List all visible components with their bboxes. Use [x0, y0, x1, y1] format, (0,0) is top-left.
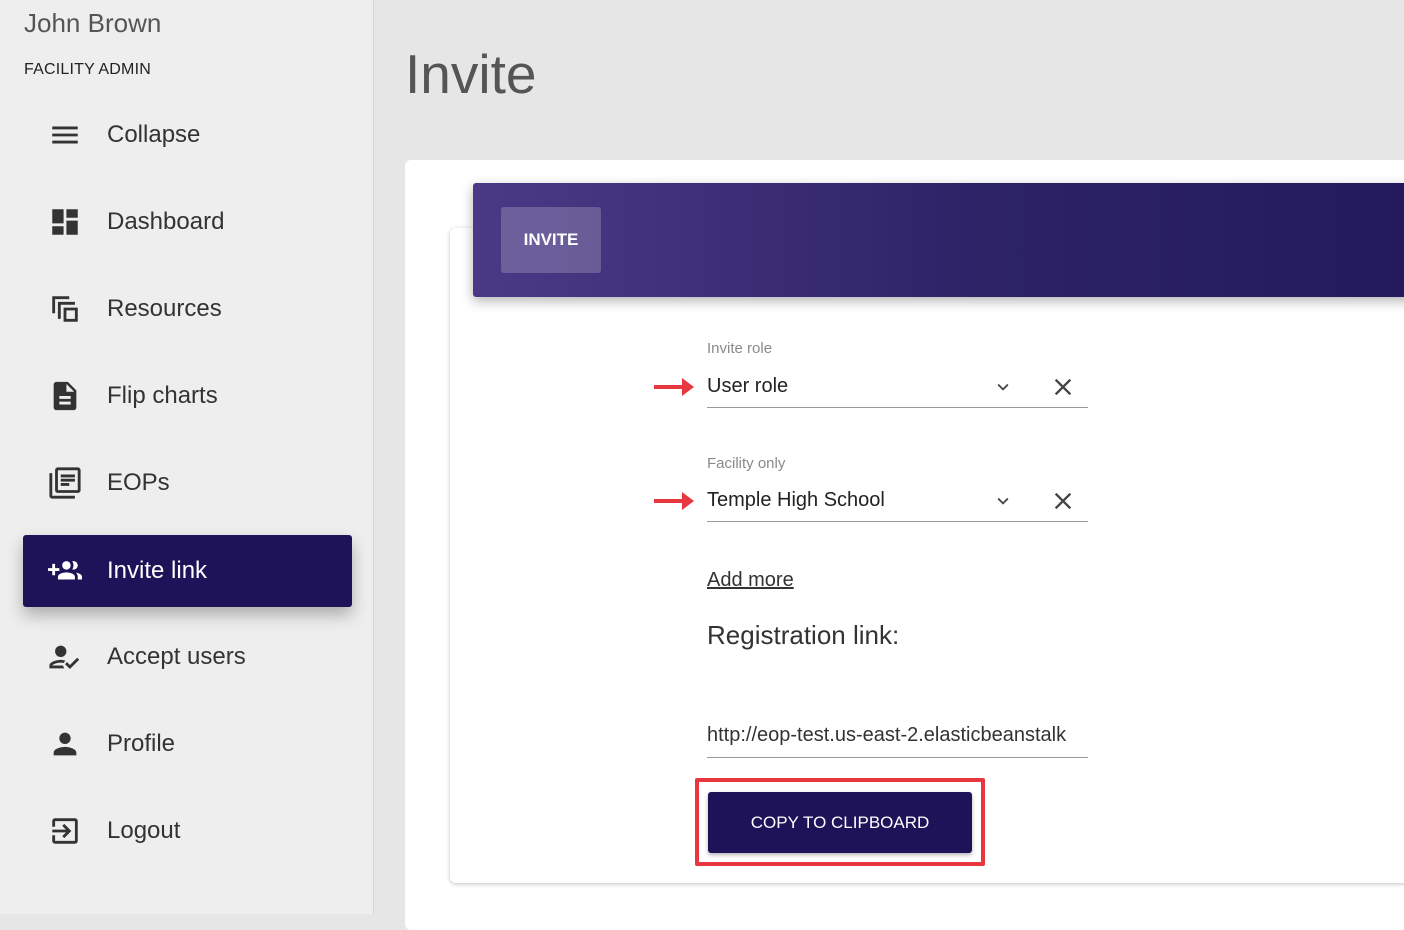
sidebar-item-label: Invite link — [107, 557, 208, 584]
sidebar: John Brown FACILITY ADMIN Collapse Dashb… — [0, 0, 374, 914]
invite-role-label: Invite role — [707, 340, 773, 357]
registration-link-field[interactable] — [707, 714, 1088, 758]
person-icon — [46, 725, 84, 763]
facility-select[interactable]: Temple High School — [707, 480, 1088, 522]
page-title: Invite — [405, 43, 537, 105]
sidebar-item-label: Collapse — [107, 121, 201, 148]
chevron-down-icon[interactable] — [988, 372, 1018, 402]
tab-invite[interactable]: INVITE — [501, 207, 601, 273]
menu-icon — [46, 116, 84, 154]
sidebar-item-profile[interactable]: Profile — [23, 708, 352, 780]
annotation-arrow-icon — [654, 492, 694, 510]
sidebar-item-label: Resources — [107, 295, 222, 322]
sidebar-item-flip-charts[interactable]: Flip charts — [23, 360, 352, 432]
invite-role-value: User role — [707, 375, 789, 397]
invite-role-select[interactable]: User role — [707, 366, 1088, 408]
user-name: John Brown — [24, 8, 162, 38]
file-icon — [46, 377, 84, 415]
sidebar-item-accept-users[interactable]: Accept users — [23, 621, 352, 693]
group-add-icon — [46, 552, 84, 590]
sidebar-item-invite-link[interactable]: Invite link — [23, 535, 352, 607]
sidebar-item-eops[interactable]: EOPs — [23, 447, 352, 519]
card-header — [473, 183, 1404, 297]
user-role: FACILITY ADMIN — [24, 61, 151, 78]
annotation-arrow-icon — [654, 378, 694, 396]
registration-link-input[interactable] — [707, 724, 1088, 747]
close-icon[interactable] — [1048, 486, 1078, 516]
sidebar-item-label: EOPs — [107, 469, 170, 496]
sidebar-item-label: Accept users — [107, 643, 246, 670]
facility-label: Facility only — [707, 455, 786, 472]
logout-icon — [46, 812, 84, 850]
copy-to-clipboard-button[interactable]: COPY TO CLIPBOARD — [708, 792, 972, 853]
sidebar-item-label: Flip charts — [107, 382, 218, 409]
sidebar-item-collapse[interactable]: Collapse — [23, 99, 352, 171]
sidebar-item-dashboard[interactable]: Dashboard — [23, 186, 352, 258]
sidebar-item-logout[interactable]: Logout — [23, 795, 352, 867]
sidebar-item-label: Dashboard — [107, 208, 225, 235]
chevron-down-icon[interactable] — [988, 486, 1018, 516]
close-icon[interactable] — [1048, 372, 1078, 402]
sidebar-item-label: Profile — [107, 730, 176, 757]
user-check-icon — [46, 638, 84, 676]
dashboard-icon — [46, 203, 84, 241]
documents-icon — [46, 464, 84, 502]
copy-icon — [46, 290, 84, 328]
sidebar-item-resources[interactable]: Resources — [23, 273, 352, 345]
sidebar-item-label: Logout — [107, 817, 181, 844]
add-more-link[interactable]: Add more — [707, 569, 794, 592]
registration-link-label: Registration link: — [707, 620, 900, 650]
facility-value: Temple High School — [707, 489, 885, 511]
